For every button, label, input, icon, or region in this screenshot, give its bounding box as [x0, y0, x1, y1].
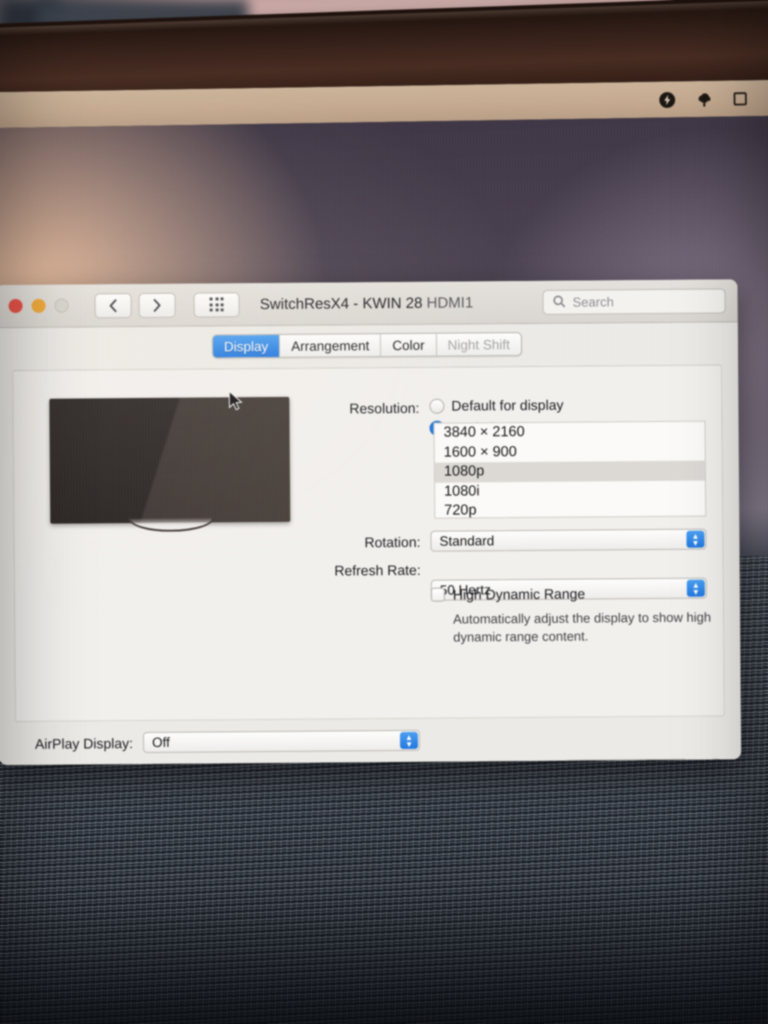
airplay-stepper-icon[interactable]: ▲ ▼ [399, 731, 419, 750]
resolution-list[interactable]: 3840 × 2160 1600 × 900 1080p 1080i 720p [433, 420, 707, 519]
search-field[interactable]: Search [542, 288, 726, 315]
tab-display[interactable]: Display [212, 334, 281, 358]
display-preview-television [49, 396, 291, 533]
tab-bar-zone: Display Arrangement Color Night Shift [0, 322, 739, 371]
mouse-cursor [228, 390, 243, 416]
rotation-stepper-icon[interactable]: ▲ ▼ [686, 530, 705, 548]
upload-cloud-status-icon[interactable] [694, 89, 715, 108]
search-placeholder: Search [572, 294, 614, 310]
window-footer: AirPlay Display: Off ▲▼ Show mirroring o… [0, 716, 741, 766]
close-button[interactable] [8, 298, 23, 314]
bolt-status-icon[interactable] [658, 90, 677, 109]
rotation-value: Standard [439, 533, 495, 549]
hdr-hint: Automatically adjust the display to show… [453, 609, 712, 645]
hdr-checkbox-row[interactable]: High Dynamic Range [430, 585, 586, 603]
square-status-icon[interactable] [732, 90, 749, 107]
window-title-display: HDMI1 [426, 293, 474, 312]
refresh-rate-label: Refresh Rate: [334, 561, 421, 579]
search-icon [553, 294, 566, 310]
display-settings-panel: Resolution: Default for display Scaled 3… [12, 364, 725, 723]
tab-bar: Display Arrangement Color Night Shift [211, 332, 522, 359]
list-item[interactable]: 1080p [434, 460, 705, 483]
hdr-checkbox[interactable] [430, 587, 445, 602]
nav-buttons [94, 292, 176, 318]
list-item[interactable]: 1080i [435, 480, 705, 502]
traffic-lights [0, 298, 69, 314]
rotation-select[interactable]: Standard ▲ ▼ [430, 528, 707, 552]
zoom-button[interactable] [54, 298, 69, 313]
radio-icon-default [429, 398, 445, 414]
tab-night-shift[interactable]: Night Shift [436, 333, 520, 356]
resolution-label: Resolution: [349, 399, 420, 417]
tab-arrangement[interactable]: Arrangement [280, 334, 382, 357]
radio-default-for-display[interactable]: Default for display [429, 396, 564, 414]
tv-stand [128, 517, 215, 533]
forward-button[interactable] [138, 292, 176, 318]
back-button[interactable] [94, 292, 132, 318]
airplay-value: Off [151, 734, 170, 750]
refresh-rate-stepper-icon[interactable]: ▲ ▼ [686, 579, 705, 597]
tab-color[interactable]: Color [381, 333, 437, 357]
list-item[interactable]: 1600 × 900 [435, 441, 705, 463]
wallpaper-water-shadow [0, 875, 768, 1024]
grid-icon [209, 297, 224, 312]
photo-of-monitor-scene: SwitchResX4 - KWIN 28 HDMI1 Search Displ… [0, 0, 768, 1024]
tv-screen [49, 396, 291, 524]
rotation-label: Rotation: [364, 533, 421, 551]
airplay-label: AirPlay Display: [34, 735, 134, 752]
window-title-main: SwitchResX4 - KWIN 28 [259, 294, 427, 313]
list-item[interactable]: 3840 × 2160 [435, 422, 705, 444]
airplay-select[interactable]: Off ▲ ▼ [142, 729, 421, 754]
monitor-screen: SwitchResX4 - KWIN 28 HDMI1 Search Displ… [0, 79, 768, 1024]
window-title-bar[interactable]: SwitchResX4 - KWIN 28 HDMI1 Search [0, 279, 738, 329]
show-all-button[interactable] [193, 291, 240, 318]
radio-label-default: Default for display [451, 396, 564, 414]
minimize-button[interactable] [31, 298, 46, 313]
hdr-label: High Dynamic Range [452, 585, 586, 603]
displays-preferences-window[interactable]: SwitchResX4 - KWIN 28 HDMI1 Search Displ… [0, 279, 742, 766]
list-item[interactable]: 720p [435, 500, 705, 519]
